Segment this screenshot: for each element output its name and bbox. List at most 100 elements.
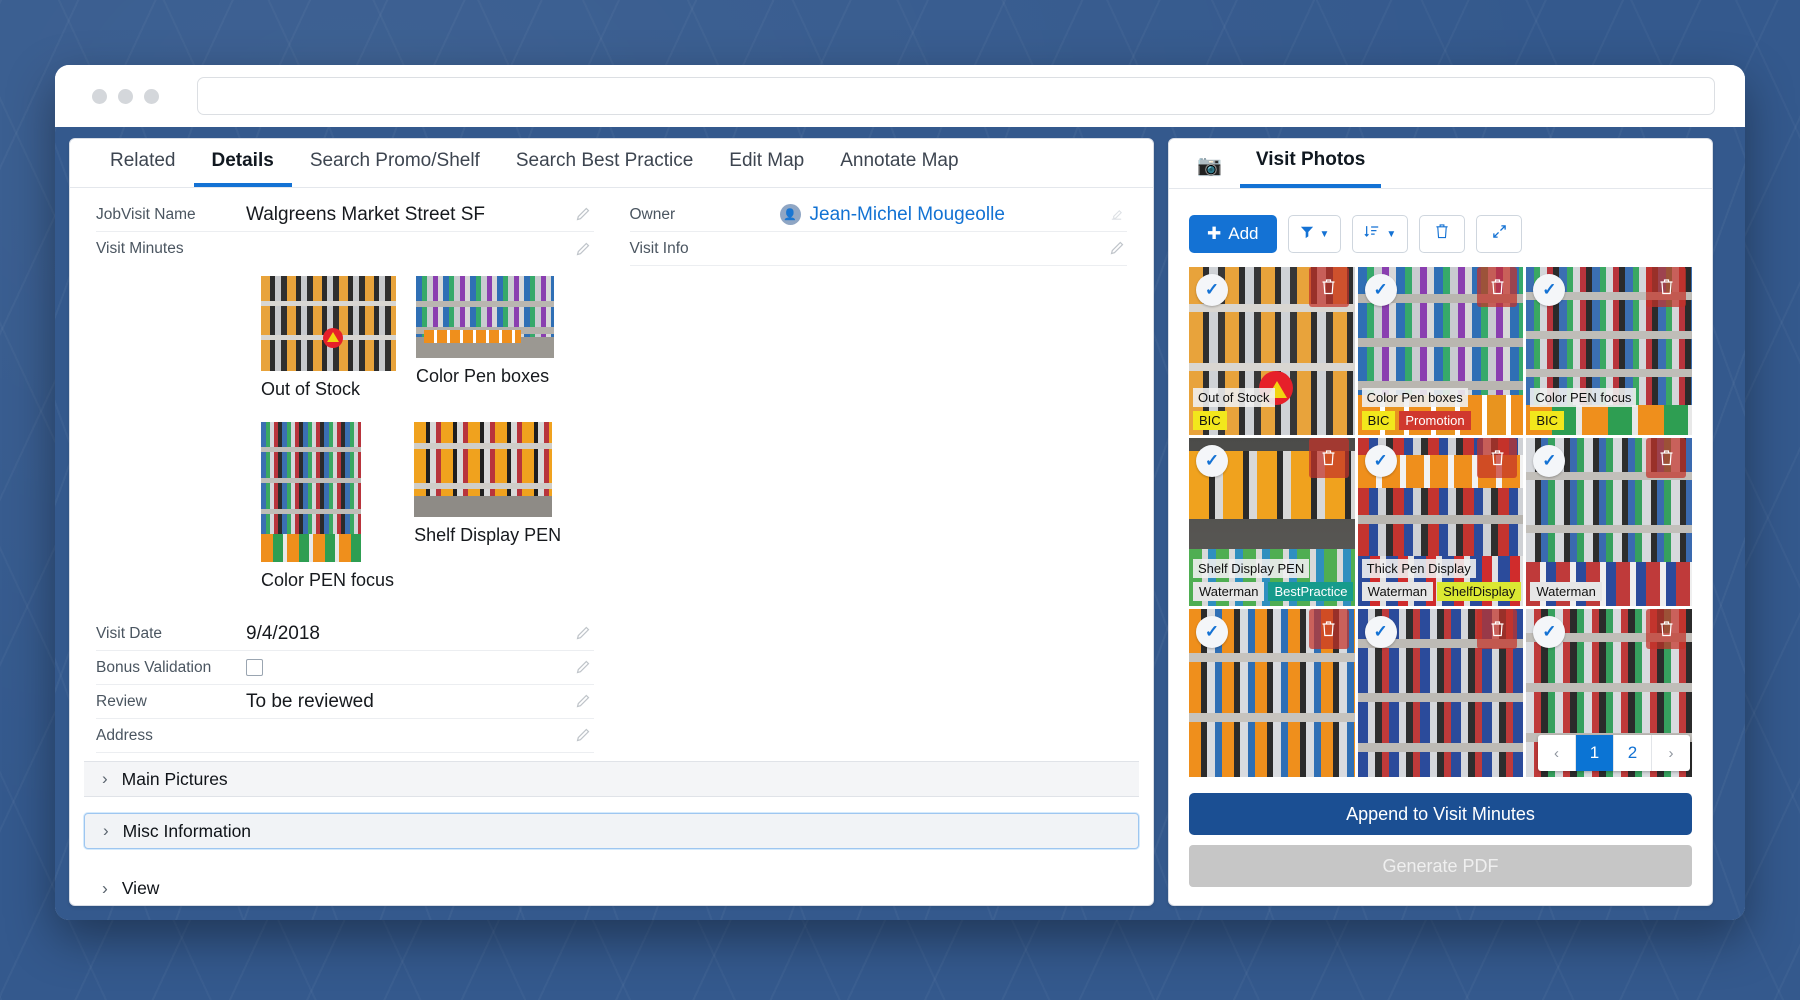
tab-visit-photos[interactable]: Visit Photos: [1239, 149, 1382, 188]
photo-delete-icon[interactable]: [1477, 438, 1518, 478]
visit-photos-card: 📷 Visit Photos ✚ Add ▼ ▼ ✓ Out of Stock …: [1168, 138, 1713, 906]
photo-cell[interactable]: ✓ Thick Pen Display Waterman ShelfDispla…: [1357, 438, 1524, 606]
minutes-photo-thumbnail[interactable]: [416, 276, 554, 358]
maximize-window-button[interactable]: [144, 88, 159, 104]
photo-tags: BIC Promotion: [1361, 411, 1471, 430]
details-tabbar: Related Details Search Promo/Shelf Searc…: [70, 139, 1153, 188]
photo-detail: [1357, 743, 1524, 753]
pagination-page-2[interactable]: 2: [1614, 735, 1652, 771]
minutes-photo-thumbnail[interactable]: [261, 422, 361, 562]
photo-cell[interactable]: ✓: [1189, 609, 1355, 777]
field-bonus-validation: Bonus Validation: [96, 651, 594, 685]
field-address: Address: [96, 719, 594, 753]
minutes-photo-row-1: Out of Stock Color Pen boxes: [96, 276, 594, 422]
visit-minutes-label: Visit Minutes: [96, 240, 184, 257]
photo-select-checkmark[interactable]: ✓: [1364, 445, 1397, 477]
photo-select-checkmark[interactable]: ✓: [1364, 616, 1397, 648]
edit-bonus-validation-icon[interactable]: [572, 660, 594, 675]
section-main-pictures-label: Main Pictures: [121, 768, 228, 789]
visit-date-label: Visit Date: [96, 624, 163, 642]
address-bar[interactable]: [197, 77, 1715, 115]
photo-cell[interactable]: ✓ Color Pen boxes BIC Promotion: [1357, 267, 1524, 435]
photo-detail: [1189, 362, 1355, 371]
tab-related[interactable]: Related: [92, 151, 194, 187]
section-main-pictures[interactable]: › Main Pictures: [84, 761, 1139, 797]
field-visit-info: Visit Info: [629, 232, 1127, 266]
photo-select-checkmark[interactable]: ✓: [1196, 616, 1228, 648]
photo-cell[interactable]: ✓ Waterman: [1526, 438, 1692, 606]
photo-tags: Waterman ShelfDisplay: [1361, 582, 1522, 601]
delete-button[interactable]: [1419, 215, 1466, 253]
photo-cell[interactable]: ✓ Out of Stock BIC: [1189, 267, 1355, 435]
photo-detail: [1526, 525, 1692, 534]
visit-photos-footer: Append to Visit Minutes Generate PDF: [1169, 777, 1712, 905]
photos-pagination: ‹ 1 2 ›: [1538, 735, 1690, 771]
photo-select-checkmark[interactable]: ✓: [1196, 445, 1228, 477]
chevron-down-icon: ▼: [1319, 228, 1330, 240]
section-view[interactable]: › View: [84, 871, 1139, 905]
photo-title: Color PEN focus: [1530, 388, 1637, 407]
minutes-photo-item[interactable]: Shelf Display PEN: [414, 422, 561, 613]
address-label: Address: [96, 726, 153, 744]
edit-owner-icon[interactable]: [1105, 207, 1127, 222]
append-to-visit-minutes-button[interactable]: Append to Visit Minutes: [1189, 793, 1692, 835]
photo-tag: BIC: [1361, 411, 1396, 430]
owner-name[interactable]: Jean-Michel Mougeolle: [810, 204, 1005, 226]
photo-tag: ShelfDisplay: [1437, 582, 1522, 601]
pagination-page-1[interactable]: 1: [1576, 735, 1614, 771]
photo-cell[interactable]: ✓ Color PEN focus BIC: [1526, 267, 1692, 435]
photo-delete-icon[interactable]: [1308, 267, 1349, 307]
edit-review-icon[interactable]: [572, 694, 594, 709]
tab-search-best-practice[interactable]: Search Best Practice: [498, 151, 711, 187]
owner-value[interactable]: 👤 Jean-Michel Mougeolle: [779, 204, 1106, 226]
section-misc-information[interactable]: › Misc Information: [84, 813, 1139, 849]
visit-info-label: Visit Info: [629, 239, 689, 257]
photo-delete-icon[interactable]: [1308, 438, 1349, 478]
chevron-right-icon: ›: [102, 877, 108, 898]
edit-visit-info-icon[interactable]: [1105, 241, 1127, 256]
minutes-photo-thumbnail[interactable]: [414, 422, 553, 517]
review-label: Review: [96, 692, 147, 710]
tab-edit-map[interactable]: Edit Map: [711, 151, 822, 187]
add-photo-button[interactable]: ✚ Add: [1189, 215, 1277, 253]
funnel-icon: [1300, 225, 1314, 244]
minutes-photo-item[interactable]: Out of Stock: [261, 276, 396, 422]
photo-delete-icon[interactable]: [1477, 609, 1518, 649]
minimize-window-button[interactable]: [118, 88, 133, 104]
edit-visit-minutes-icon[interactable]: [572, 242, 594, 257]
edit-visit-date-icon[interactable]: [572, 626, 594, 641]
photo-detail: [1357, 693, 1524, 702]
expand-button[interactable]: [1476, 215, 1523, 253]
photo-tag: BestPractice: [1268, 582, 1354, 601]
photo-detail: [1526, 330, 1692, 339]
sort-icon: [1364, 224, 1380, 244]
filter-button[interactable]: ▼: [1287, 215, 1342, 253]
photo-delete-icon[interactable]: [1308, 609, 1349, 649]
minutes-photo-item[interactable]: Color PEN focus: [261, 422, 394, 613]
tab-details[interactable]: Details: [193, 151, 292, 187]
tab-annotate-map[interactable]: Annotate Map: [822, 151, 976, 187]
photo-cell[interactable]: ✓: [1357, 609, 1524, 777]
photo-delete-icon[interactable]: [1646, 609, 1686, 649]
bonus-validation-checkbox[interactable]: [246, 659, 263, 676]
photo-select-checkmark[interactable]: ✓: [1196, 274, 1228, 306]
edit-address-icon[interactable]: [572, 728, 594, 743]
jobvisit-name-value: Walgreens Market Street SF: [246, 203, 485, 225]
minutes-photo-row-2: Color PEN focus Shelf Display PEN: [96, 422, 594, 613]
minutes-photo-thumbnail[interactable]: [261, 276, 396, 371]
photo-cell[interactable]: ✓ Shelf Display PEN Waterman BestPractic…: [1189, 438, 1355, 606]
sort-button[interactable]: ▼: [1352, 215, 1409, 253]
photo-detail: [1189, 652, 1355, 662]
photo-delete-icon[interactable]: [1646, 267, 1686, 307]
photo-delete-icon[interactable]: [1477, 267, 1518, 307]
close-window-button[interactable]: [92, 88, 107, 104]
visit-photos-grid: ✓ Out of Stock BIC ✓ Color Pen boxes BIC…: [1169, 267, 1712, 777]
window-controls[interactable]: [77, 88, 159, 104]
tab-search-promo-shelf[interactable]: Search Promo/Shelf: [292, 151, 498, 187]
photo-delete-icon[interactable]: [1646, 438, 1686, 478]
pagination-prev-button[interactable]: ‹: [1538, 735, 1576, 771]
photo-select-checkmark[interactable]: ✓: [1364, 274, 1397, 306]
pagination-next-button[interactable]: ›: [1652, 735, 1690, 771]
minutes-photo-item[interactable]: Color Pen boxes: [416, 276, 554, 422]
edit-jobvisit-name-icon[interactable]: [572, 207, 594, 222]
